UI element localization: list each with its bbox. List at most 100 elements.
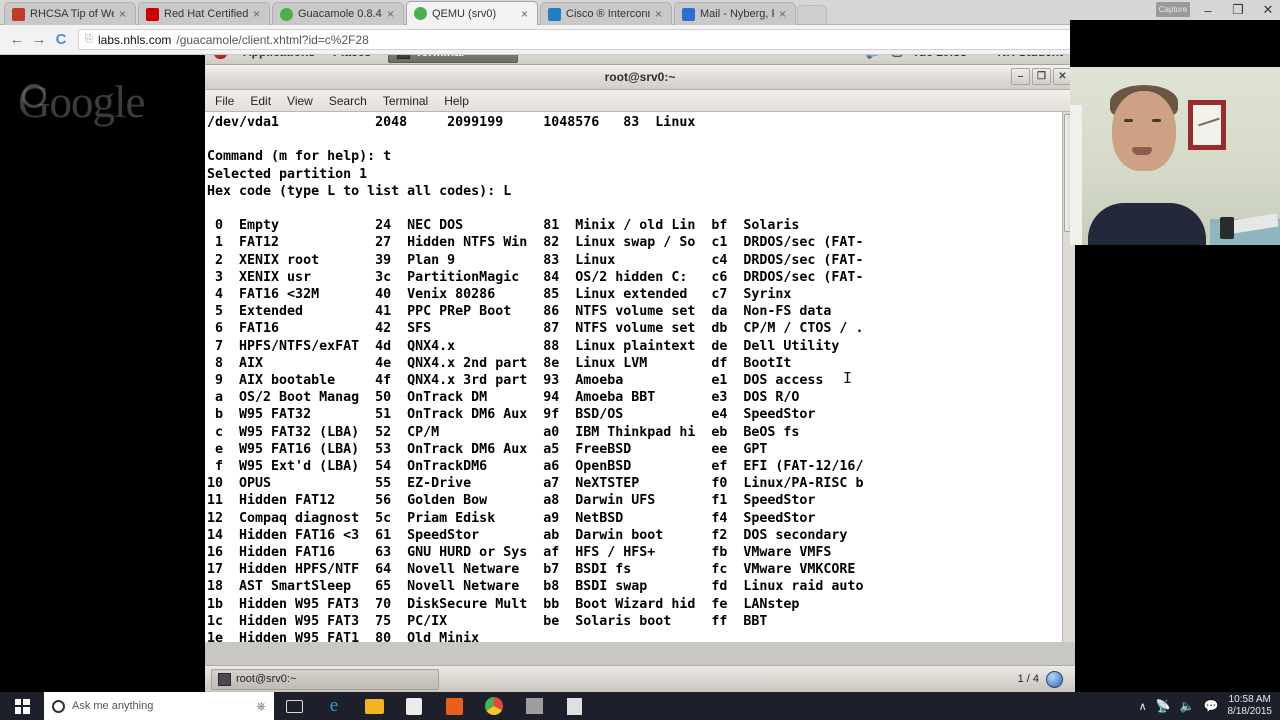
tray-chevron-icon[interactable]: ∧ xyxy=(1139,700,1147,713)
terminal-menubar: File Edit View Search Terminal Help xyxy=(205,90,1075,112)
edge-icon: e xyxy=(329,695,339,716)
person-eye-right xyxy=(1152,119,1161,122)
volume-icon[interactable]: 🔈 xyxy=(1180,699,1195,713)
browser-tab-2[interactable]: Guacamole 0.8.4 × xyxy=(272,2,404,25)
mouse-cursor-ibeam: I xyxy=(843,369,853,387)
guacamole-favicon xyxy=(280,7,293,21)
forward-icon[interactable]: → xyxy=(28,31,50,48)
rhcsa-favicon xyxy=(12,7,25,21)
browser-tab-4[interactable]: Cisco ® Interconnecting × xyxy=(540,2,672,25)
window-minimize-button[interactable]: – xyxy=(1200,3,1216,18)
taskbar-app-file-explorer[interactable] xyxy=(354,692,394,720)
task-view-button[interactable] xyxy=(274,692,314,720)
menu-edit[interactable]: Edit xyxy=(250,94,271,108)
menu-search[interactable]: Search xyxy=(329,94,367,108)
document-icon xyxy=(566,697,582,715)
webcam-overlay xyxy=(1070,20,1280,245)
taskbar-app-chrome[interactable] xyxy=(474,692,514,720)
url-host: labs.nhls.com xyxy=(98,32,172,47)
tab-label: QEMU (srv0) xyxy=(432,7,497,20)
tab-close-icon[interactable]: × xyxy=(253,8,263,20)
trash-icon[interactable] xyxy=(1046,670,1063,688)
wall-panel xyxy=(1070,105,1082,245)
terminal-icon xyxy=(218,672,231,686)
picture-frame xyxy=(1188,100,1226,150)
windows-taskbar: Ask me anything ∧ ⎈ e ∧ 📡 🔈 💬 10:58 AM 8… xyxy=(0,692,1280,720)
person-eye-left xyxy=(1124,119,1133,122)
page-info-icon[interactable]: ⎘ xyxy=(85,34,93,45)
network-icon[interactable]: 📡 xyxy=(1156,699,1171,713)
screen-root: Google Applications Places Terminal 🔊 ⎙ … xyxy=(0,0,1280,720)
cortana-icon xyxy=(52,699,65,713)
media-player-icon xyxy=(445,697,463,715)
back-icon[interactable]: ← xyxy=(6,31,28,48)
taskbar-app-vmware[interactable] xyxy=(514,692,554,720)
action-center-icon[interactable]: 💬 xyxy=(1204,699,1219,713)
terminal-title-text: root@srv0:~ xyxy=(604,70,676,84)
tab-close-icon[interactable]: × xyxy=(655,8,665,20)
vmware-icon xyxy=(525,698,543,714)
microphone-glyph-icon[interactable]: ⎈ xyxy=(256,699,266,714)
menu-view[interactable]: View xyxy=(287,94,313,108)
taskbar-window-root-terminal[interactable]: root@srv0:~ xyxy=(211,668,439,690)
tab-close-icon[interactable]: × xyxy=(387,8,397,20)
taskbar-app-media-player[interactable] xyxy=(434,692,474,720)
windows-start-icon[interactable] xyxy=(0,692,44,720)
terminal-minimize-button[interactable]: – xyxy=(1011,68,1030,85)
person-mouth xyxy=(1132,147,1152,155)
cisco-favicon xyxy=(548,7,561,21)
clock-time: 10:58 AM xyxy=(1228,694,1271,705)
gnome-bottom-panel: root@srv0:~ 1 / 4 xyxy=(205,665,1075,692)
taskbar-app-document[interactable] xyxy=(554,692,594,720)
window-close-button[interactable]: ✕ xyxy=(1260,2,1276,18)
search-placeholder: Ask me anything xyxy=(72,700,154,712)
redhat-favicon xyxy=(146,7,159,21)
taskbar-clock[interactable]: 10:58 AM 8/18/2015 xyxy=(1228,694,1273,718)
taskbar-app-edge[interactable]: e xyxy=(314,692,354,720)
tab-label: Guacamole 0.8.4 xyxy=(298,8,382,20)
browser-tab-3[interactable]: QEMU (srv0) × xyxy=(406,1,538,25)
remote-desktop-viewport[interactable]: Applications Places Terminal 🔊 ⎙ Tue 10:… xyxy=(205,40,1075,692)
browser-window-controls: – ❐ ✕ xyxy=(1200,2,1276,18)
capture-indicator-badge: Capture xyxy=(1156,2,1190,17)
new-tab-button[interactable] xyxy=(797,5,827,24)
address-bar[interactable]: ⎘ labs.nhls.com /guacamole/client.xhtml?… xyxy=(78,29,1196,50)
system-tray: ∧ 📡 🔈 💬 10:58 AM 8/18/2015 xyxy=(1139,694,1280,718)
cortana-search-box[interactable]: Ask me anything ∧ ⎈ xyxy=(44,692,274,720)
terminal-output-text: /dev/vda1 2048 2099199 1048576 83 Linux … xyxy=(207,114,1061,642)
file-explorer-icon xyxy=(364,698,384,714)
tab-close-icon[interactable]: × xyxy=(119,8,129,20)
qemu-favicon xyxy=(414,7,427,20)
task-view-icon xyxy=(285,699,303,713)
menu-help[interactable]: Help xyxy=(444,94,469,108)
reload-icon[interactable]: C xyxy=(50,31,72,48)
frame-artwork xyxy=(1198,117,1220,127)
taskbar-app-store[interactable] xyxy=(394,692,434,720)
chrome-icon xyxy=(485,697,503,715)
menu-file[interactable]: File xyxy=(215,94,234,108)
person-torso xyxy=(1088,203,1206,245)
terminal-screen[interactable]: /dev/vda1 2048 2099199 1048576 83 Linux … xyxy=(205,112,1075,642)
telescope-mount xyxy=(1220,217,1234,239)
menu-terminal[interactable]: Terminal xyxy=(383,94,428,108)
window-restore-button[interactable]: ❐ xyxy=(1230,2,1246,18)
tab-label: Mail - Nyberg, Ralph - O xyxy=(700,8,774,20)
tab-close-icon[interactable]: × xyxy=(779,8,789,20)
clock-date: 8/18/2015 xyxy=(1227,706,1273,717)
person-head xyxy=(1112,91,1176,171)
browser-tab-0[interactable]: RHCSA Tip of Week - Dis × xyxy=(4,2,136,25)
webcam-video xyxy=(1070,67,1280,245)
tab-label: RHCSA Tip of Week - Dis xyxy=(30,8,114,20)
browser-tab-5[interactable]: Mail - Nyberg, Ralph - O × xyxy=(674,2,796,25)
outlook-favicon xyxy=(682,7,695,21)
terminal-window: root@srv0:~ – ❐ ✕ File Edit View Search … xyxy=(205,65,1075,665)
workspace-switcher[interactable]: 1 / 4 xyxy=(1017,670,1069,688)
browser-tab-1[interactable]: Red Hat Certified System × xyxy=(138,2,270,25)
tab-close-icon[interactable]: × xyxy=(521,8,531,20)
terminal-maximize-button[interactable]: ❐ xyxy=(1032,68,1051,85)
google-watermark: Google xyxy=(18,77,145,127)
terminal-window-controls: – ❐ ✕ xyxy=(1011,68,1072,85)
terminal-titlebar[interactable]: root@srv0:~ – ❐ ✕ xyxy=(205,65,1075,90)
store-icon xyxy=(406,697,422,715)
workspace-indicator: 1 / 4 xyxy=(1017,673,1039,685)
